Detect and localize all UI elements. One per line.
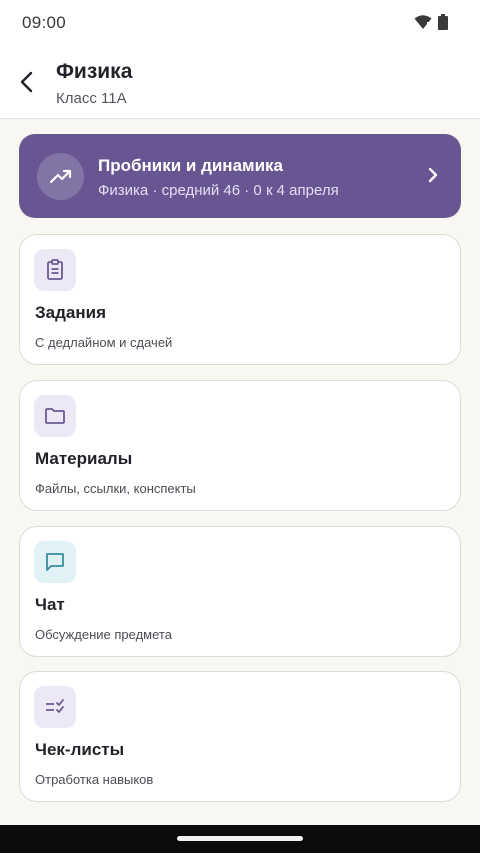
status-icons (414, 14, 448, 35)
app-header: Физика Класс 11А (0, 46, 480, 119)
page-title: Физика (56, 60, 133, 83)
mock-exams-banner[interactable]: Пробники и динамика Физика · средний 46 … (19, 134, 461, 218)
status-bar: 09:00 (0, 0, 480, 46)
chevron-right-icon (427, 165, 439, 190)
card-title: Чек-листы (35, 740, 125, 759)
card-title: Чат (35, 595, 65, 614)
clipboard-icon (34, 249, 76, 291)
battery-icon (438, 14, 448, 35)
card-subtitle: Файлы, ссылки, конспекты (35, 481, 196, 496)
wifi-icon (414, 14, 432, 35)
system-navigation-bar (0, 825, 480, 853)
card-subtitle: Обсуждение предмета (35, 627, 172, 642)
folder-icon (34, 395, 76, 437)
card-title: Задания (35, 303, 106, 322)
page-subtitle: Класс 11А (56, 90, 127, 107)
card-materials[interactable]: Материалы Файлы, ссылки, конспекты (19, 380, 461, 511)
home-gesture-handle[interactable] (177, 836, 303, 841)
banner-subtitle: Физика · средний 46 · 0 к 4 апреля (98, 182, 339, 199)
arrow-back-icon (20, 71, 33, 93)
card-chat[interactable]: Чат Обсуждение предмета (19, 526, 461, 657)
checklist-icon (34, 686, 76, 728)
card-subtitle: Отработка навыков (35, 772, 154, 787)
trending-up-icon (37, 153, 84, 200)
banner-title: Пробники и динамика (98, 156, 284, 175)
chat-icon (34, 541, 76, 583)
status-time: 09:00 (22, 13, 67, 32)
card-subtitle: С дедлайном и сдачей (35, 335, 173, 350)
card-tasks[interactable]: Задания С дедлайном и сдачей (19, 234, 461, 365)
card-checklists[interactable]: Чек-листы Отработка навыков (19, 671, 461, 802)
back-button[interactable] (12, 66, 44, 98)
card-title: Материалы (35, 449, 133, 468)
